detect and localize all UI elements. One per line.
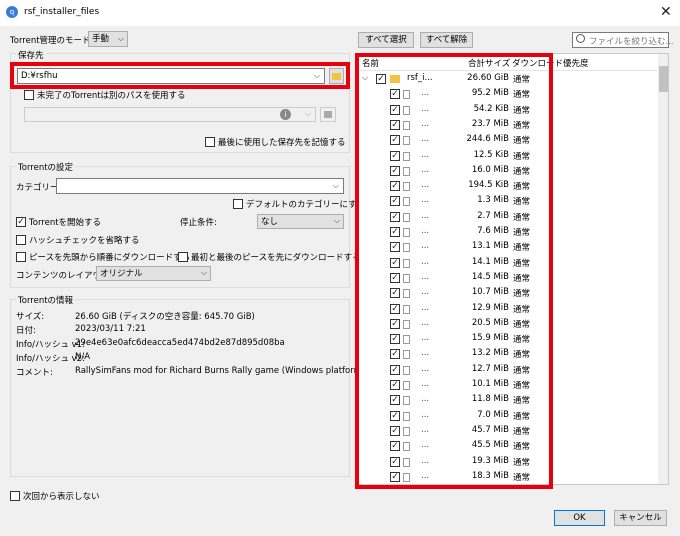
layout-select[interactable]: オリジナル ⌵ [96,266,211,281]
window-title: rsf_installer_files [24,7,100,17]
incomplete-path-label: 未完了のTorrentは別のパスを使用する [37,91,186,101]
info-icon: i [280,109,291,120]
layout-value: オリジナル [100,269,143,279]
close-icon[interactable]: ✕ [660,4,672,20]
app-icon: q [6,6,18,18]
chevron-down-icon: ⌵ [333,216,340,225]
mode-label: Torrent管理のモード: [10,36,94,46]
ok-button[interactable]: OK [554,510,605,526]
folder-icon [332,73,341,80]
info-size-label: サイズ: [16,312,45,322]
info-hash2-value: N/A [75,352,91,362]
skip-hash-label: ハッシュチェックを省略する [29,236,140,246]
info-date-label: 日付: [16,326,36,336]
search-icon [576,34,585,43]
filter-input[interactable]: ファイルを絞り込む... [572,32,674,48]
chevron-down-icon: ⌵ [332,181,339,190]
deselect-all-button[interactable]: すべて解除 [420,32,473,48]
save-group-title: 保存先 [16,49,46,61]
incomplete-path-checkbox[interactable] [24,90,34,100]
info-size-value: 26.60 GiB (ディスクの空き容量: 645.70 GiB) [75,312,255,322]
chevron-down-icon: ⌵ [117,34,124,43]
settings-group-title: Torrentの設定 [16,161,76,173]
incomplete-path-combo: i ⌵ [24,107,316,122]
save-path-value: D:¥rsfhu [21,71,58,81]
dont-show-label: 次回から表示しない [23,492,100,502]
default-category-checkbox[interactable] [233,199,243,209]
category-combo[interactable]: ⌵ [56,178,344,194]
first-last-label: 最初と最後のピースを先にダウンロードする [191,253,361,263]
category-label: カテゴリー: [16,183,62,193]
info-group-title: Torrentの情報 [16,294,76,306]
cancel-button[interactable]: キャンセル [614,510,667,526]
scrollbar-thumb[interactable] [659,66,668,92]
sequential-label: ピースを先頭から順番にダウンロードする [29,253,191,263]
sequential-checkbox[interactable] [16,252,26,262]
skip-hash-checkbox[interactable] [16,235,26,245]
chevron-down-icon: ⌵ [313,71,320,80]
filter-placeholder: ファイルを絞り込む... [589,37,674,47]
info-group [10,299,350,477]
stop-condition-value: なし [261,217,279,227]
stop-condition-label: 停止条件: [180,218,217,228]
incomplete-browse-button [320,107,336,122]
select-all-button[interactable]: すべて選択 [358,32,414,48]
mode-value: 手動 [92,34,110,44]
stop-condition-select[interactable]: なし ⌵ [257,214,344,229]
remember-path-label: 最後に使用した保存先を記憶する [218,138,346,148]
first-last-checkbox[interactable] [178,252,188,262]
browse-folder-button[interactable] [329,68,344,84]
folder-icon [324,111,332,118]
highlight-file-tree [355,53,553,489]
start-torrent-label: Torrentを開始する [29,218,102,228]
info-comment-value: RallySimFans mod for Richard Burns Rally… [75,366,366,376]
info-comment-label: コメント: [16,368,53,378]
save-path-combo[interactable]: D:¥rsfhu ⌵ [17,68,325,84]
chevron-down-icon: ⌵ [200,268,207,277]
start-torrent-checkbox[interactable]: ✓ [16,217,26,227]
dont-show-checkbox[interactable] [10,491,20,501]
title-bar [0,0,680,26]
mode-select[interactable]: 手動 ⌵ [88,31,128,47]
info-date-value: 2023/03/11 7:21 [75,324,146,334]
info-hash1-value: 29e4e63e0afc6deacca5ed474bd2e87d895d08ba [75,338,285,348]
chevron-down-icon: ⌵ [304,109,311,118]
remember-path-checkbox[interactable] [205,137,215,147]
default-category-label: デフォルトのカテゴリーにする [246,200,366,210]
scrollbar[interactable] [658,54,668,484]
